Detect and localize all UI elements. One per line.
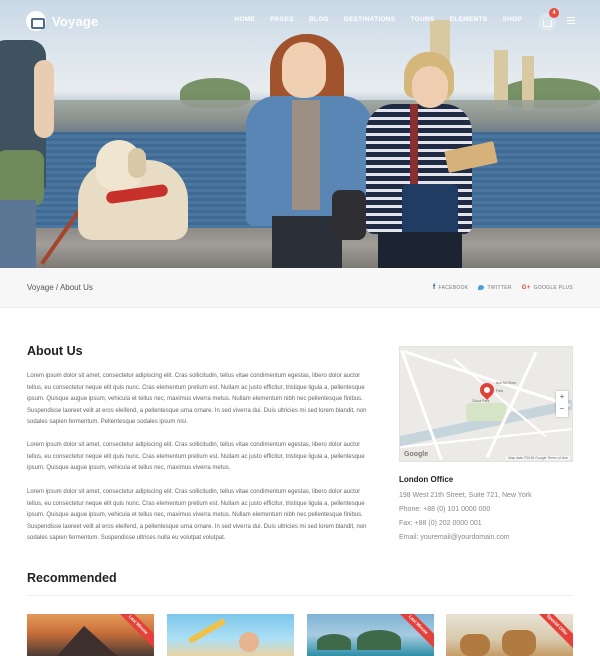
card-image-camel [460,634,490,656]
breadcrumb: Voyage / About Us [27,283,93,292]
share-facebook[interactable]: f FACEBOOK [433,284,469,291]
nav-item-blog[interactable]: BLOG [309,16,329,23]
cart-icon [542,19,552,27]
map-label: Ace Mr Shen [496,381,517,385]
share-google-label: GOOGLE PLUS [533,284,573,291]
nav-item-pages[interactable]: PAGES [270,16,294,23]
card-image-person [239,632,259,652]
about-title: About Us [27,344,83,358]
share-facebook-label: FACEBOOK [438,284,469,291]
nav-item-tours[interactable]: TOURS [410,16,434,23]
cart-button[interactable]: 4 [538,8,559,31]
recommended-card[interactable]: Special Offer [446,614,573,656]
hero-woman2-legs [378,232,462,268]
map-attribution: Map data ©2018 Google Terms of Use [506,456,570,460]
share-twitter[interactable]: TWITTER [478,285,511,291]
nav-item-home[interactable]: HOME [234,16,255,23]
card-image-camel [502,630,536,656]
section-divider [27,595,573,596]
card-badge: Last Minute [113,614,154,650]
hero-dog-ear [128,148,146,178]
card-badge: Special Offer [532,614,573,650]
card-image-island [317,634,351,650]
hero-woman-shirt [292,100,320,210]
breadcrumb-bar: Voyage / About Us f FACEBOOK TWITTER G+ … [0,268,600,308]
about-paragraph-2: Lorem ipsum dolor sit amet, consectetur … [27,442,365,472]
share-google-plus[interactable]: G+ GOOGLE PLUS [522,285,573,291]
google-plus-icon: G+ [521,284,531,291]
suitcase-icon [26,11,46,31]
map-zoom-out-button[interactable]: − [556,403,568,415]
twitter-icon [478,285,485,290]
nav-item-shop[interactable]: SHOP [502,16,522,23]
top-navigation: Voyage HOME PAGES BLOG DESTINATIONS TOUR… [0,0,600,44]
facebook-icon: f [432,284,436,291]
hero-person-arm [34,60,54,138]
breadcrumb-home-link[interactable]: Voyage [27,283,54,292]
share-links: f FACEBOOK TWITTER G+ GOOGLE PLUS [433,284,573,291]
nav-item-destinations[interactable]: DESTINATIONS [344,16,396,23]
hero-person-legs [0,200,36,268]
map-zoom-in-button[interactable]: + [556,391,568,403]
office-title: London Office [399,475,454,484]
office-fax: Fax: +88 (0) 202 0000 001 [399,520,482,527]
about-paragraph-3: Lorem ipsum dolor sit amet, consectetur … [27,489,367,542]
hero-woman-bag [332,190,366,240]
office-email[interactable]: Email: youremail@yourdomain.com [399,534,510,541]
card-image-paraglider [188,618,226,644]
map-park [466,403,506,421]
recommended-card[interactable]: Last Minute [307,614,434,656]
recommended-card[interactable] [167,614,294,656]
cart-count-badge: 4 [549,8,559,18]
recommended-title: Recommended [27,571,117,585]
card-image-island [357,630,401,650]
office-map[interactable]: Ace Mr Shen Park Cloud Park + − Google M… [399,346,573,462]
about-paragraph-1: Lorem ipsum dolor sit amet, consectetur … [27,373,367,426]
map-zoom-control: + − [556,391,568,417]
brand-logo[interactable]: Voyage [26,11,98,31]
hamburger-menu-icon[interactable] [567,17,575,24]
google-logo: Google [404,451,429,458]
recommended-card[interactable]: Last Minute [27,614,154,656]
hero-woman2-strap [410,104,418,184]
hero-woman2-face [412,66,448,108]
main-menu: HOME PAGES BLOG DESTINATIONS TOURS ELEME… [234,16,522,23]
card-image-mountain [57,626,117,656]
brand-name: Voyage [52,13,99,29]
breadcrumb-current: About Us [59,283,93,292]
share-twitter-label: TWITTER [487,284,512,291]
map-label: Park [496,389,504,393]
hero-person-backpack [0,150,44,206]
office-phone: Phone: +88 (0) 101 0000 000 [399,506,491,513]
hero-woman-face [282,42,326,98]
nav-item-elements[interactable]: ELEMENTS [450,16,488,23]
office-address: 198 West 21th Street, Suite 721, New Yor… [399,492,532,499]
